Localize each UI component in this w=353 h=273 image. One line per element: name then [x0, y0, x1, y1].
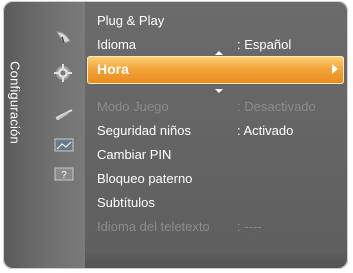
- menu-item-label: Subtítulos: [97, 195, 155, 210]
- menu-item-value: : Desactivado: [237, 99, 316, 114]
- menu-item-label: Seguridad niños: [97, 123, 191, 138]
- menu-item-cambiar-pin[interactable]: Cambiar PIN: [97, 145, 338, 165]
- menu-item-idioma-teletexto: Idioma del teletexto : ----: [97, 217, 338, 237]
- svg-text:?: ?: [61, 170, 67, 181]
- menu-item-value: : Activado: [237, 123, 294, 138]
- gear-icon[interactable]: [52, 64, 74, 82]
- menu-item-seguridad-ninos[interactable]: Seguridad niños : Activado: [97, 121, 338, 141]
- menu-item-label: Modo Juego: [97, 99, 169, 114]
- menu-item-value: : Español: [237, 37, 292, 52]
- menu-item-plug-and-play[interactable]: Plug & Play: [97, 11, 338, 31]
- menu-item-label: Idioma del teletexto: [97, 219, 210, 234]
- menu-item-subtitulos[interactable]: Subtítulos: [97, 193, 338, 213]
- menu-item-label: Idioma: [97, 37, 137, 52]
- scroll-down-indicator-icon: [215, 89, 223, 93]
- settings-panel: Configuración ? Plug & Play Idioma: Esp…: [3, 1, 348, 269]
- chevron-right-icon: [332, 64, 338, 74]
- scroll-up-indicator-icon: [215, 51, 223, 55]
- help-icon[interactable]: ?: [53, 166, 75, 182]
- bottom-bar: [85, 253, 348, 269]
- menu-item-bloqueo-paterno[interactable]: Bloqueo paterno: [97, 169, 338, 189]
- menu-item-value: : ----: [237, 219, 262, 234]
- picture-input-icon[interactable]: [53, 137, 75, 153]
- sidebar-title: Configuración: [7, 61, 23, 144]
- satellite-dish-icon[interactable]: [53, 29, 75, 45]
- menu-item-label: Cambiar PIN: [97, 147, 172, 162]
- menu-item-modo-juego: Modo Juego : Desactivado: [97, 97, 338, 117]
- menu-item-hora[interactable]: Hora: [87, 56, 344, 84]
- menu-item-label: Bloqueo paterno: [97, 171, 193, 186]
- menu-list: Plug & Play Idioma : Español Hora Modo J…: [85, 1, 348, 269]
- menu-item-label: Hora: [97, 61, 129, 77]
- category-sidebar: Configuración ?: [3, 1, 86, 269]
- antenna-icon[interactable]: [53, 106, 75, 122]
- menu-item-label: Plug & Play: [97, 13, 165, 28]
